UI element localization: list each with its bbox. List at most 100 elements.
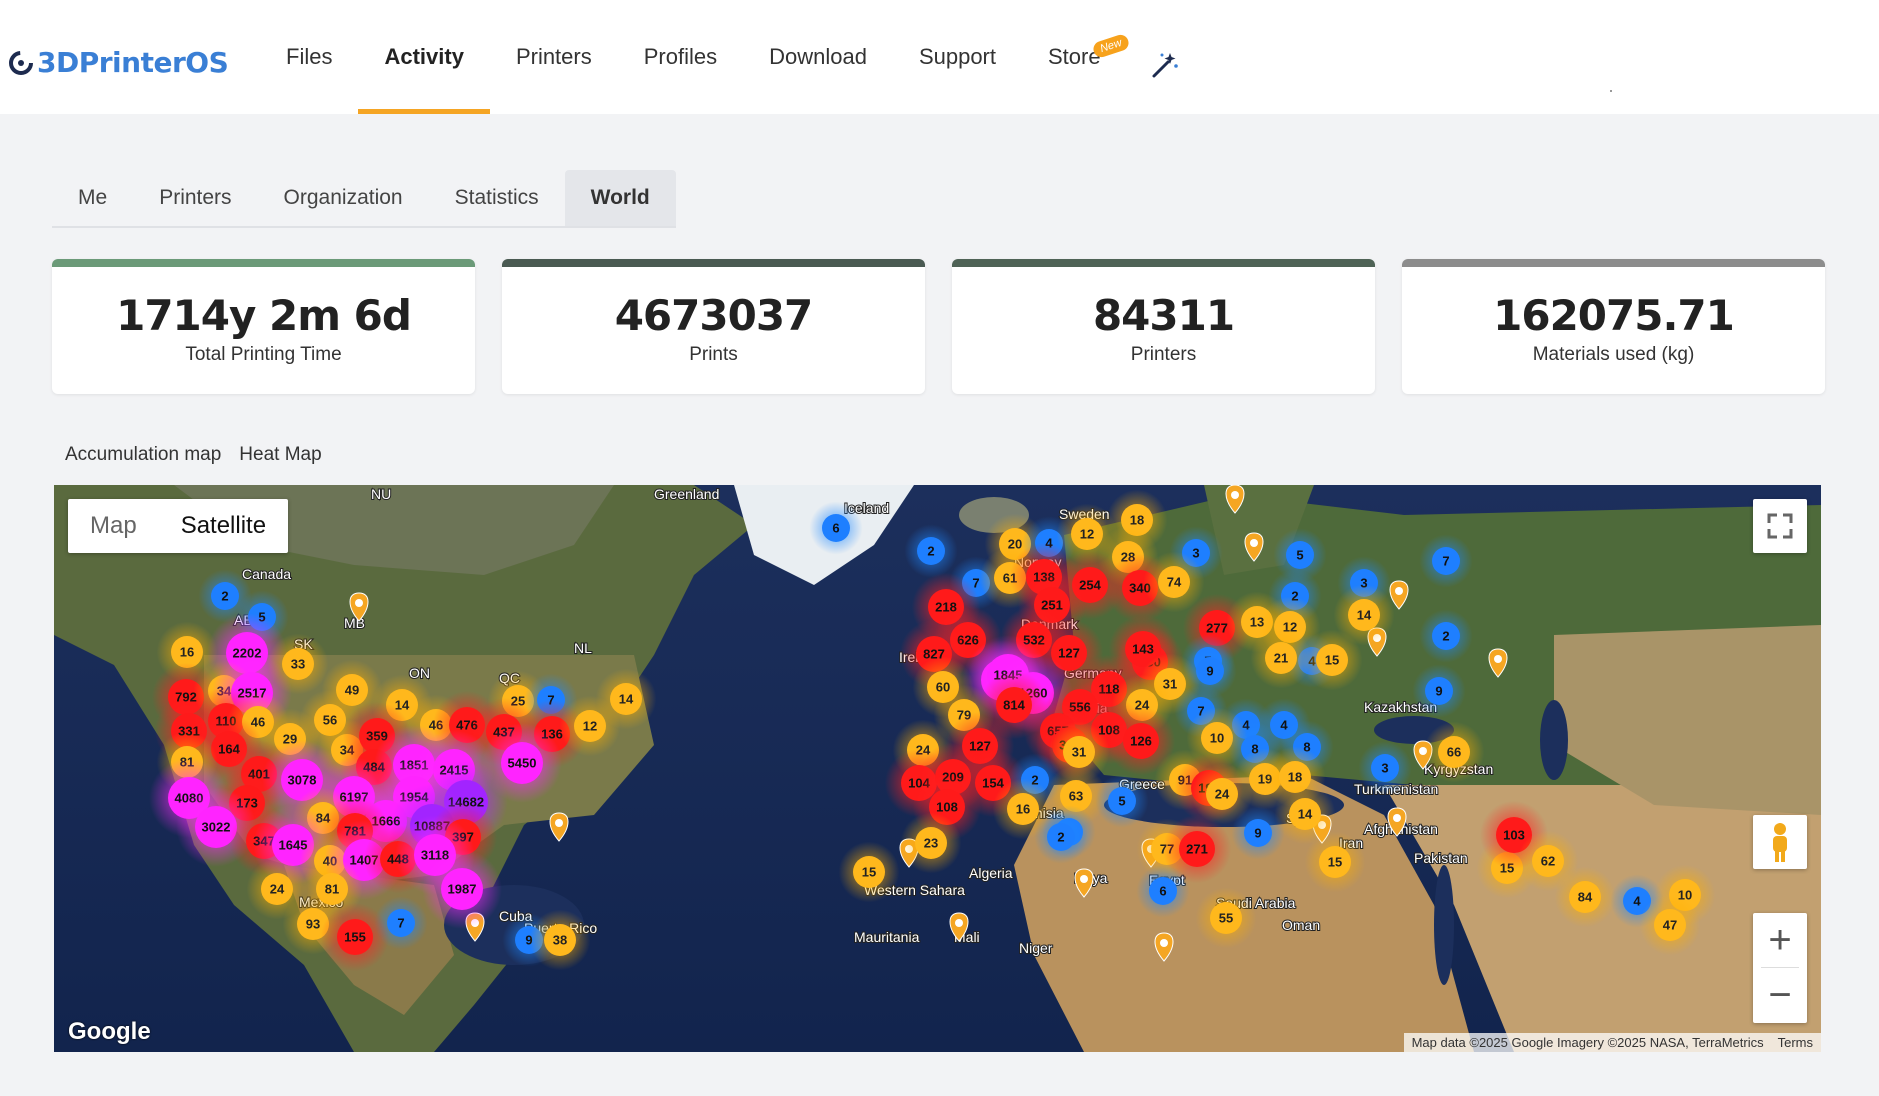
cluster-marker[interactable]: 23 (900, 812, 962, 874)
activity-subtabs: Me Printers Organization Statistics Worl… (52, 170, 676, 228)
cluster-count: 2 (221, 589, 228, 604)
nav-support[interactable]: Support (893, 0, 1022, 114)
zoom-out-button[interactable]: − (1753, 968, 1807, 1022)
place-label: NL (574, 640, 592, 656)
cluster-count: 3078 (288, 773, 317, 788)
nav-activity[interactable]: Activity (358, 0, 491, 114)
cluster-count: 103 (1503, 828, 1525, 843)
cluster-marker[interactable]: 12 (559, 695, 621, 757)
cluster-count: 15 (1328, 855, 1342, 870)
tab-printers[interactable]: Printers (133, 170, 257, 226)
map-mode-switch: Accumulation map Heat Map (65, 444, 322, 466)
zoom-in-button[interactable]: + (1753, 913, 1807, 967)
cluster-count: 10 (1210, 731, 1224, 746)
stat-card-accent (52, 259, 475, 267)
stat-label: Printers (1130, 344, 1197, 365)
tab-world[interactable]: World (564, 170, 676, 226)
decorative-dot (1610, 90, 1612, 92)
world-map[interactable]: NUGreenlandIcelandSwedenCanadaMBABSKONQC… (54, 485, 1821, 1052)
cluster-count: 66 (1447, 745, 1461, 760)
stat-value: 84311 (1092, 291, 1235, 340)
nav-printers[interactable]: Printers (490, 0, 618, 114)
cluster-count: 2 (1057, 830, 1064, 845)
cluster-count: 7 (1442, 554, 1449, 569)
cluster-marker[interactable]: 1987 (422, 849, 502, 929)
nav-profiles[interactable]: Profiles (618, 0, 743, 114)
pegman-button[interactable] (1753, 815, 1807, 869)
place-label: Pakistan (1414, 850, 1468, 866)
cluster-count: 74 (1167, 575, 1182, 590)
cluster-marker[interactable]: 66 (1423, 721, 1485, 783)
google-logo: Google (68, 1018, 151, 1045)
cluster-count: 3 (1192, 546, 1199, 561)
caspian-sea (1540, 700, 1568, 780)
nav-files[interactable]: Files (260, 0, 358, 114)
stat-card-accent (952, 259, 1375, 267)
cluster-marker[interactable]: 2 (904, 524, 958, 578)
tab-me[interactable]: Me (52, 170, 133, 226)
cluster-marker[interactable]: 5 (1095, 774, 1149, 828)
cluster-count: 2 (1442, 629, 1449, 644)
cluster-marker[interactable]: 7 (1419, 534, 1473, 588)
cluster-marker[interactable]: 55 (1195, 887, 1257, 949)
heat-map-link[interactable]: Heat Map (239, 444, 321, 466)
cluster-count: 14 (1298, 807, 1313, 822)
cluster-count: 84 (1578, 890, 1593, 905)
stat-card-printing-time: 1714y 2m 6d Total Printing Time (52, 259, 475, 394)
stat-card-accent (1402, 259, 1825, 267)
stat-card-materials: 162075.71 Materials used (kg) (1402, 259, 1825, 394)
map-type-control: Map Satellite (68, 499, 289, 553)
map-canvas[interactable]: NUGreenlandIcelandSwedenCanadaMBABSKONQC… (54, 485, 1821, 1052)
tab-statistics[interactable]: Statistics (429, 170, 565, 226)
cluster-marker[interactable]: 6 (1136, 864, 1190, 918)
cluster-count: 93 (306, 917, 320, 932)
terms-link[interactable]: Terms (1778, 1035, 1813, 1050)
nav-store[interactable]: Store New (1022, 0, 1131, 114)
cluster-marker[interactable]: 6 (809, 501, 863, 555)
stat-label: Materials used (kg) (1532, 344, 1695, 365)
zoom-control: + − (1753, 913, 1807, 1023)
cluster-marker[interactable]: 9 (1231, 806, 1285, 860)
new-badge: New (1090, 32, 1131, 60)
cluster-count: 24 (270, 882, 285, 897)
stat-label: Prints (689, 344, 738, 365)
place-label: Canada (242, 566, 291, 582)
cluster-count: 23 (924, 836, 938, 851)
cluster-count: 14 (619, 692, 634, 707)
accumulation-map-link[interactable]: Accumulation map (65, 444, 221, 466)
cluster-count: 18 (1130, 513, 1144, 528)
cluster-marker[interactable]: 9 (1412, 664, 1466, 718)
place-label: Algeria (969, 865, 1013, 881)
place-label: NU (371, 486, 391, 502)
cluster-marker[interactable]: 3 (1358, 741, 1412, 795)
place-label: Oman (1282, 917, 1320, 933)
magic-wand-icon[interactable] (1150, 50, 1180, 80)
cluster-marker[interactable]: 2 (1419, 609, 1473, 663)
cluster-count: 1987 (448, 882, 477, 897)
cluster-count: 6 (832, 521, 839, 536)
cluster-marker[interactable]: 15 (838, 841, 900, 903)
fullscreen-button[interactable] (1753, 499, 1807, 553)
cluster-count: 21 (1274, 651, 1288, 666)
cluster-count: 55 (1219, 911, 1233, 926)
cluster-marker[interactable]: 155 (320, 902, 390, 972)
cluster-marker[interactable]: 84 (1554, 866, 1616, 928)
cluster-marker[interactable]: 15 (1301, 629, 1363, 691)
cluster-count: 143 (1132, 642, 1154, 657)
cluster-count: 12 (583, 719, 597, 734)
cluster-count: 9 (1206, 664, 1213, 679)
brand-logo[interactable]: 3DPrinterOS (8, 46, 229, 79)
stat-card-printers: 84311 Printers (952, 259, 1375, 394)
cluster-marker[interactable]: 2 (1034, 810, 1088, 864)
map-type-satellite-button[interactable]: Satellite (159, 499, 288, 553)
cluster-marker[interactable]: 15 (1304, 831, 1366, 893)
cluster-count: 6 (1159, 884, 1166, 899)
nav-download[interactable]: Download (743, 0, 893, 114)
cluster-marker[interactable]: 38 (529, 909, 591, 971)
cluster-count: 814 (1003, 698, 1025, 713)
tab-organization[interactable]: Organization (258, 170, 429, 226)
stat-value: 1714y 2m 6d (116, 291, 412, 340)
cluster-marker[interactable]: 47 (1639, 894, 1701, 956)
brand-name: 3DPrinterOS (37, 46, 229, 79)
map-type-map-button[interactable]: Map (68, 499, 159, 553)
